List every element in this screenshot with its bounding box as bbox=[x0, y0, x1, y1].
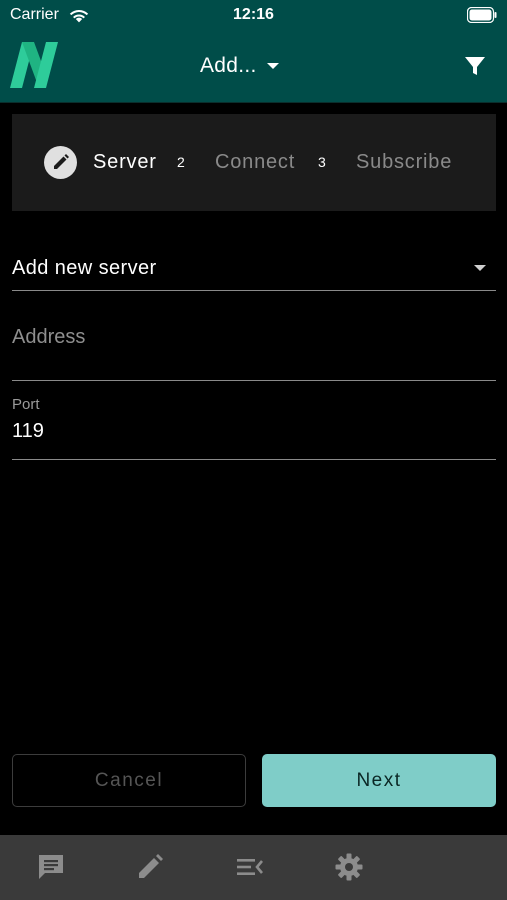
n-logo-icon bbox=[10, 42, 58, 88]
app-title: Add... bbox=[200, 54, 257, 77]
clock: 12:16 bbox=[233, 6, 274, 23]
chevron-down-icon bbox=[474, 265, 486, 271]
step-connect-label: Connect bbox=[215, 151, 296, 173]
gear-icon[interactable] bbox=[334, 852, 364, 882]
address-field-container bbox=[12, 310, 496, 381]
step-server-label: Server bbox=[93, 151, 157, 173]
port-field[interactable]: Port 119 bbox=[12, 390, 496, 460]
port-input[interactable]: 119 bbox=[12, 420, 44, 443]
step-3-number: 3 bbox=[318, 154, 326, 170]
filter-icon[interactable] bbox=[463, 54, 487, 78]
status-bar: Carrier 12:16 bbox=[0, 0, 507, 32]
step-pencil-icon bbox=[44, 146, 77, 179]
port-label: Port bbox=[12, 396, 40, 413]
list-collapse-icon[interactable] bbox=[235, 852, 265, 882]
server-select-value: Add new server bbox=[12, 257, 157, 279]
step-2-number: 2 bbox=[177, 154, 185, 170]
cancel-button[interactable]: Cancel bbox=[12, 754, 246, 807]
server-select[interactable]: Add new server bbox=[12, 240, 496, 291]
address-input[interactable] bbox=[12, 326, 492, 349]
stepper: Server 2 Connect 3 Subscribe bbox=[12, 114, 496, 211]
battery-icon bbox=[467, 7, 497, 23]
message-icon[interactable] bbox=[36, 852, 66, 882]
step-subscribe-label: Subscribe bbox=[356, 151, 453, 173]
pencil-icon[interactable] bbox=[135, 852, 165, 882]
bottom-nav bbox=[0, 835, 507, 900]
app-bar: Add... bbox=[0, 32, 507, 103]
chevron-down-icon bbox=[266, 63, 279, 69]
title-dropdown[interactable]: Add... bbox=[200, 52, 279, 80]
next-button[interactable]: Next bbox=[262, 754, 496, 807]
